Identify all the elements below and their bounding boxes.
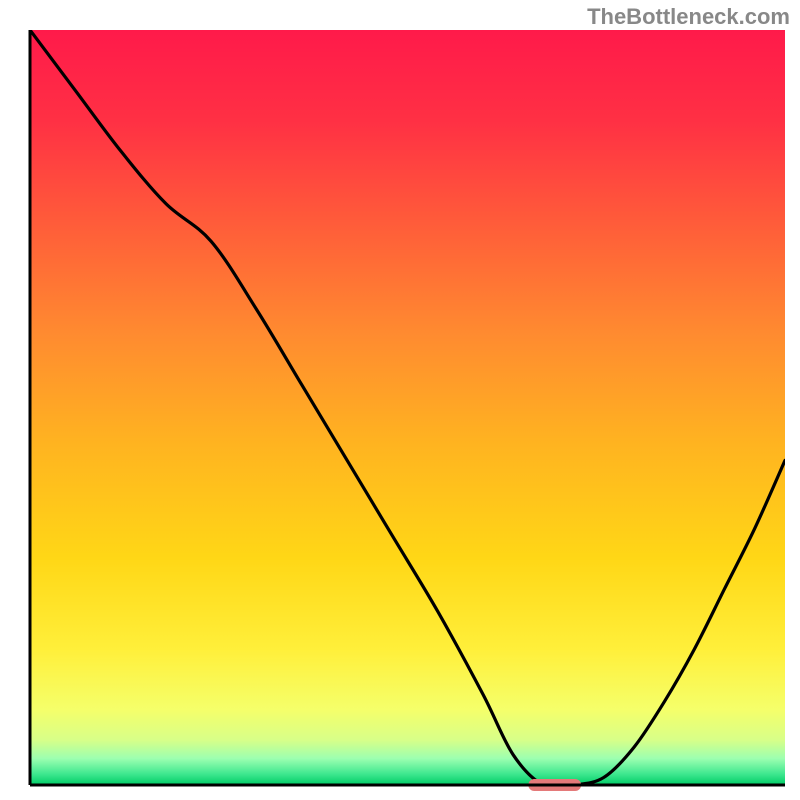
bottleneck-chart xyxy=(0,0,800,800)
chart-viewport: TheBottleneck.com xyxy=(0,0,800,800)
gradient-background xyxy=(30,30,785,785)
watermark-text: TheBottleneck.com xyxy=(587,4,790,30)
